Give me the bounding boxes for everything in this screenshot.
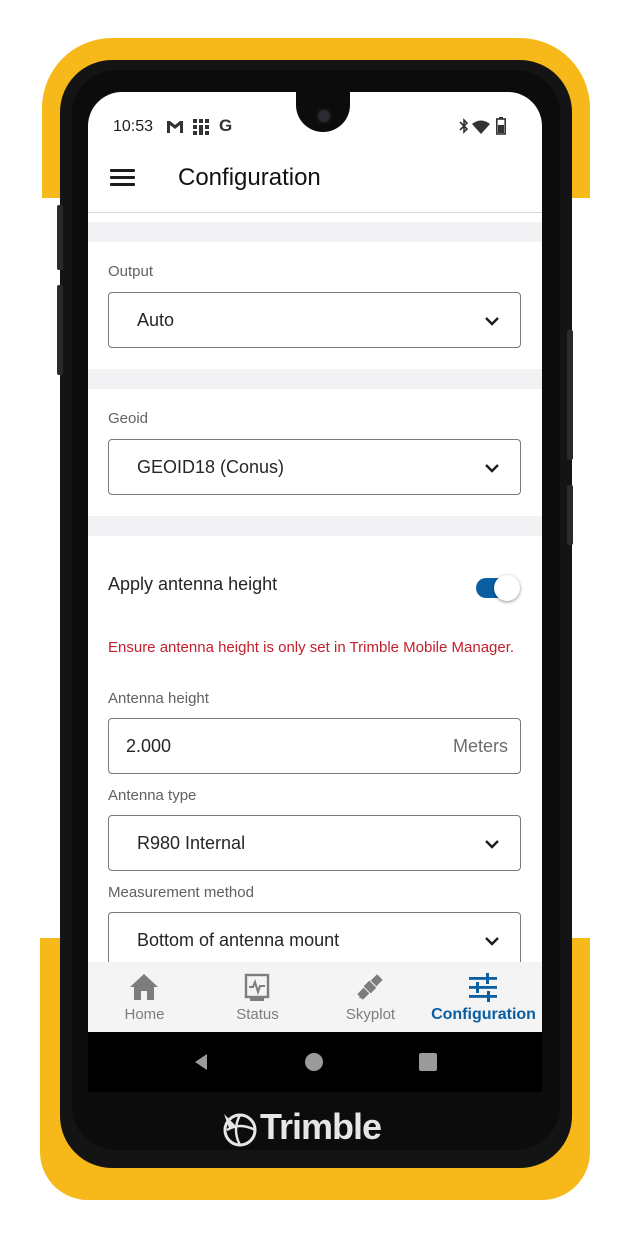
trimble-logo: Trimble [222,1104,407,1150]
nav-label-home: Home [124,1006,165,1023]
side-button-right [567,330,573,460]
geoid-value: GEOID18 (Conus) [137,457,285,477]
nav-label-status: Status [236,1006,279,1023]
antenna-type-value: R980 Internal [137,833,246,853]
trimble-logo-text: Trimble [260,1106,382,1147]
menu-icon-line [110,183,135,186]
antenna-height-value: 2.000 [126,736,172,756]
back-icon[interactable] [191,1052,211,1072]
home-circle-icon[interactable] [304,1052,324,1072]
apply-antenna-height-toggle[interactable] [476,575,520,601]
geoid-select[interactable]: GEOID18 (Conus) [108,439,521,495]
nav-item-home[interactable]: Home [88,962,201,1032]
nav-item-configuration[interactable]: Configuration [427,962,540,1032]
apply-antenna-height-label: Apply antenna height [108,574,278,594]
measurement-method-label: Measurement method [108,884,254,901]
status-icon [244,973,270,1001]
measurement-method-value: Bottom of antenna mount [137,930,340,950]
satellite-icon [357,974,383,1000]
chevron-down-icon [485,464,499,473]
chevron-down-icon [485,317,499,326]
grid-icon [193,119,209,135]
antenna-height-input[interactable]: 2.000 Meters [108,718,521,774]
side-button-left-top [57,205,63,270]
menu-icon-line [110,176,135,179]
android-navigation-bar [88,1032,542,1092]
chevron-down-icon [485,937,499,946]
trimble-globe-icon [223,1113,257,1147]
antenna-height-label: Antenna height [108,690,209,707]
menu-button[interactable] [102,162,144,194]
wifi-icon [472,120,490,134]
camera-icon [316,108,332,124]
bluetooth-icon [459,118,469,134]
toggle-thumb [494,575,520,601]
side-button-left [57,285,63,375]
section-divider [88,369,542,389]
nav-item-status[interactable]: Status [201,962,314,1032]
nav-label-skyplot: Skyplot [345,1006,396,1023]
chevron-down-icon [485,840,499,849]
page-title: Configuration [178,164,321,191]
antenna-height-unit: Meters [452,736,508,756]
phone-screen: 10:53 G Configuration Output Auto Geoid [88,92,542,1092]
home-icon [130,974,158,1000]
nav-label-configuration: Configuration [431,1006,536,1023]
section-divider [88,516,542,536]
battery-icon [496,117,506,135]
app-bar: Configuration [88,144,542,213]
antenna-type-label: Antenna type [108,787,197,804]
output-label: Output [108,263,154,280]
recents-icon[interactable] [418,1052,438,1072]
geoid-label: Geoid [108,410,149,427]
bottom-navigation: Home Status Skyplot Configuration [88,962,542,1032]
antenna-type-select[interactable]: R980 Internal [108,815,521,871]
antenna-height-warning: Ensure antenna height is only set in Tri… [108,639,515,656]
section-divider [88,222,542,242]
sliders-icon [469,973,497,1002]
google-icon: G [219,116,233,135]
output-value: Auto [137,310,175,330]
menu-icon-line [110,169,135,172]
gmail-icon [167,121,183,133]
measurement-method-select[interactable]: Bottom of antenna mount [108,912,521,968]
side-button-right-lower [567,485,573,545]
status-time: 10:53 [113,118,154,135]
output-select[interactable]: Auto [108,292,521,348]
nav-item-skyplot[interactable]: Skyplot [314,962,427,1032]
